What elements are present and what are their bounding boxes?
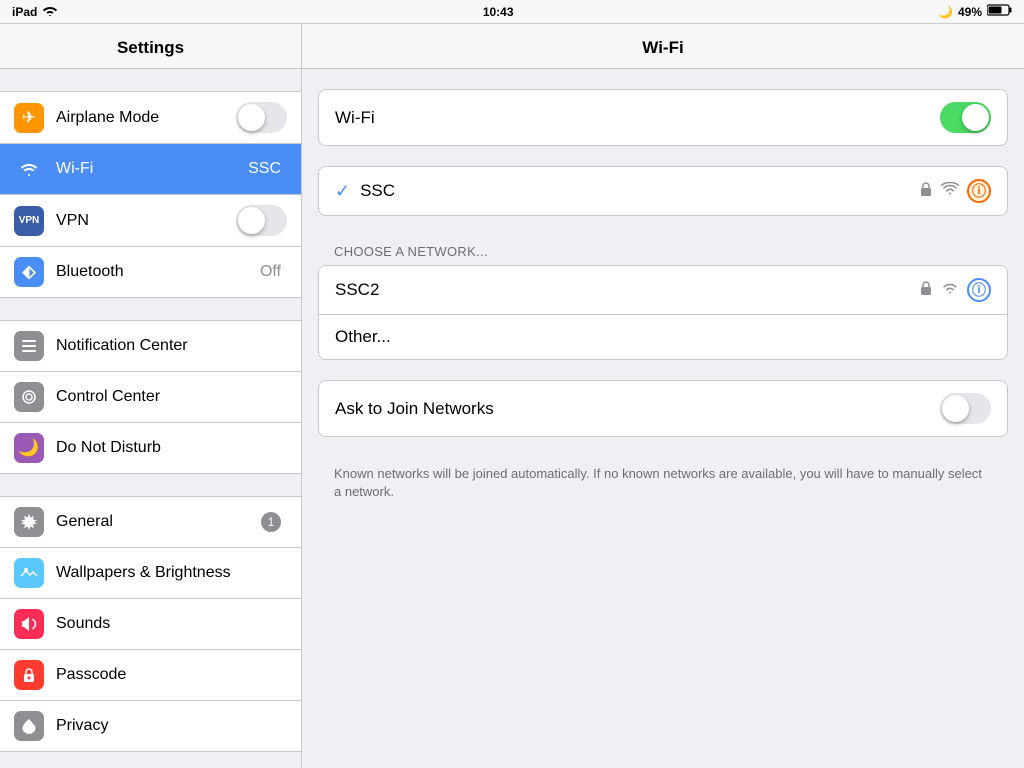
sidebar-item-privacy[interactable]: Privacy [0, 701, 301, 752]
connected-network-icons: ⓘ [919, 179, 991, 203]
wifi-icon [14, 154, 44, 184]
notification-center-label: Notification Center [56, 337, 287, 355]
status-time: 10:43 [483, 5, 514, 19]
sidebar-item-passcode[interactable]: Passcode [0, 650, 301, 701]
sidebar-item-bluetooth[interactable]: ⬖ Bluetooth Off [0, 247, 301, 298]
connected-network-name: SSC [360, 181, 919, 201]
sidebar-title: Settings [0, 24, 301, 69]
privacy-label: Privacy [56, 717, 287, 735]
battery-icon [987, 4, 1012, 19]
main-container: Settings ✈ Airplane Mode Wi-Fi SSC VPN V… [0, 24, 1024, 768]
wifi-toggle-label: Wi-Fi [335, 108, 940, 128]
ask-join-label: Ask to Join Networks [335, 399, 940, 419]
ask-join-toggle[interactable] [940, 393, 991, 424]
sidebar-item-sounds[interactable]: Sounds [0, 599, 301, 650]
general-label: General [56, 513, 261, 531]
connected-network-info-btn[interactable]: ⓘ [967, 179, 991, 203]
sidebar-item-do-not-disturb[interactable]: 🌙 Do Not Disturb [0, 423, 301, 474]
airplane-mode-icon: ✈ [14, 103, 44, 133]
ssc2-info-btn[interactable]: ⓘ [967, 278, 991, 302]
privacy-icon [14, 711, 44, 741]
airplane-mode-toggle[interactable] [236, 102, 287, 133]
sidebar: Settings ✈ Airplane Mode Wi-Fi SSC VPN V… [0, 24, 302, 768]
sidebar-item-general[interactable]: General 1 [0, 496, 301, 548]
battery-percent: 49% [958, 5, 982, 19]
ssc2-icons: ⓘ [919, 278, 991, 302]
ipad-label: iPad [12, 5, 37, 19]
network-name-ssc2: SSC2 [335, 280, 919, 300]
sidebar-item-airplane-mode[interactable]: ✈ Airplane Mode [0, 91, 301, 144]
bluetooth-value: Off [260, 263, 281, 281]
connected-network-row[interactable]: ✓ SSC ⓘ [319, 167, 1007, 215]
content-panel: Wi-Fi Wi-Fi ✓ SSC [302, 24, 1024, 768]
sidebar-item-notification-center[interactable]: Notification Center [0, 320, 301, 372]
wifi-value: SSC [248, 160, 281, 178]
wifi-status-icon [42, 4, 58, 19]
vpn-toggle[interactable] [236, 205, 287, 236]
notification-center-icon [14, 331, 44, 361]
status-bar: iPad 10:43 🌙 49% [0, 0, 1024, 24]
network-row-ssc2[interactable]: SSC2 ⓘ [319, 266, 1007, 315]
sidebar-item-control-center[interactable]: Control Center [0, 372, 301, 423]
choose-network-section: CHOOSE A NETWORK... SSC2 ⓘ [318, 236, 1008, 360]
sounds-label: Sounds [56, 615, 287, 633]
content-body: Wi-Fi ✓ SSC ⓘ [302, 69, 1024, 521]
connected-network-group: ✓ SSC ⓘ [318, 166, 1008, 216]
wifi-main-toggle[interactable] [940, 102, 991, 133]
wifi-toggle-group: Wi-Fi [318, 89, 1008, 146]
vpn-icon: VPN [14, 206, 44, 236]
wallpapers-label: Wallpapers & Brightness [56, 564, 287, 582]
wallpapers-icon [14, 558, 44, 588]
wifi-label: Wi-Fi [56, 160, 248, 178]
airplane-mode-label: Airplane Mode [56, 109, 236, 127]
bluetooth-icon: ⬖ [14, 257, 44, 287]
control-center-label: Control Center [56, 388, 287, 406]
passcode-icon [14, 660, 44, 690]
checkmark-icon: ✓ [335, 181, 350, 202]
ask-join-row[interactable]: Ask to Join Networks [319, 381, 1007, 436]
passcode-label: Passcode [56, 666, 287, 684]
sidebar-group-3: General 1 Wallpapers & Brightness Sounds [0, 496, 301, 752]
sidebar-item-wallpapers[interactable]: Wallpapers & Brightness [0, 548, 301, 599]
ssc2-wifi-icon [941, 281, 959, 300]
ask-join-group: Ask to Join Networks [318, 380, 1008, 437]
other-network-label: Other... [335, 327, 991, 347]
ssc2-lock-icon [919, 280, 933, 301]
general-badge: 1 [261, 512, 281, 532]
control-center-icon [14, 382, 44, 412]
network-row-other[interactable]: Other... [319, 315, 1007, 359]
do-not-disturb-icon: 🌙 [14, 433, 44, 463]
available-networks-group: SSC2 ⓘ Other... [318, 265, 1008, 360]
wifi-toggle-row[interactable]: Wi-Fi [319, 90, 1007, 145]
sidebar-item-vpn[interactable]: VPN VPN [0, 195, 301, 247]
sidebar-item-wifi[interactable]: Wi-Fi SSC [0, 144, 301, 195]
bluetooth-label: Bluetooth [56, 263, 260, 281]
status-left: iPad [12, 4, 58, 19]
vpn-label: VPN [56, 212, 236, 230]
choose-network-header: CHOOSE A NETWORK... [318, 236, 1008, 265]
wifi-signal-icon [941, 182, 959, 201]
status-right: 🌙 49% [938, 4, 1012, 19]
do-not-disturb-label: Do Not Disturb [56, 439, 287, 457]
sidebar-group-2: Notification Center Control Center 🌙 Do … [0, 320, 301, 474]
general-icon [14, 507, 44, 537]
sounds-icon [14, 609, 44, 639]
lock-icon [919, 181, 933, 202]
sidebar-group-1: ✈ Airplane Mode Wi-Fi SSC VPN VPN ⬖ [0, 91, 301, 298]
content-header-title: Wi-Fi [302, 24, 1024, 69]
ask-join-description: Known networks will be joined automatica… [318, 457, 1008, 501]
moon-icon: 🌙 [938, 5, 953, 19]
